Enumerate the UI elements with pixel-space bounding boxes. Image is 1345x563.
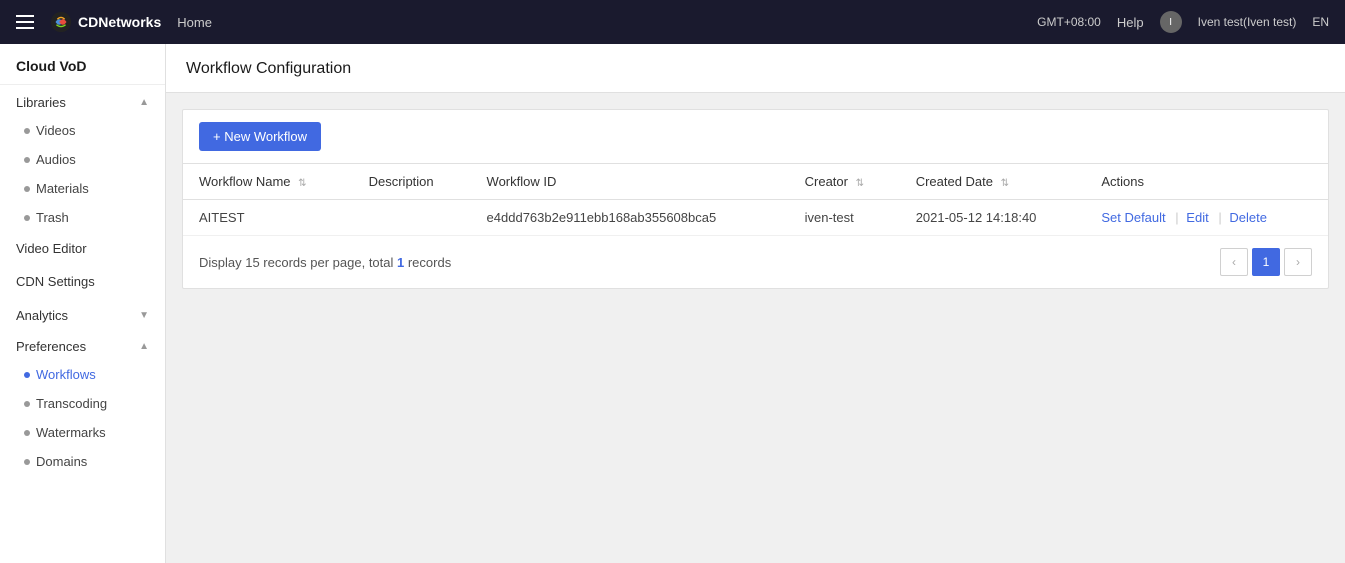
pagination-prev[interactable]: ‹ [1220, 248, 1248, 276]
logo: CDNetworks [50, 11, 161, 33]
col-created-date[interactable]: Created Date ⇅ [900, 164, 1086, 200]
cell-created-date: 2021-05-12 14:18:40 [900, 200, 1086, 236]
workflow-table-wrap: Workflow Name ⇅ Description Workflow ID … [183, 164, 1328, 236]
panel-toolbar: + New Workflow [183, 110, 1328, 164]
pagination-info: Display 15 records per page, total 1 rec… [199, 255, 451, 270]
table-row: AITEST e4ddd763b2e911ebb168ab355608bca5 … [183, 200, 1328, 236]
table-header-row: Workflow Name ⇅ Description Workflow ID … [183, 164, 1328, 200]
sidebar-item-trash[interactable]: Trash [0, 203, 165, 232]
action-separator-2: | [1218, 210, 1221, 225]
user-name: Iven test(Iven test) [1198, 15, 1297, 29]
cell-actions: Set Default | Edit | Delete [1085, 200, 1328, 236]
page-header: Workflow Configuration [166, 44, 1345, 93]
col-workflow-id: Workflow ID [471, 164, 789, 200]
libraries-section-header[interactable]: Libraries ▲ [0, 85, 165, 116]
sort-icon-workflow-name: ⇅ [298, 178, 306, 189]
chevron-down-icon: ▼ [139, 310, 149, 321]
pagination-controls: ‹ 1 › [1220, 248, 1312, 276]
sidebar-item-video-editor[interactable]: Video Editor [0, 232, 165, 265]
cell-workflow-id: e4ddd763b2e911ebb168ab355608bca5 [471, 200, 789, 236]
sidebar-item-videos[interactable]: Videos [0, 116, 165, 145]
bullet-icon [24, 157, 30, 163]
bullet-icon [24, 401, 30, 407]
top-navigation: CDNetworks Home GMT+08:00 Help I Iven te… [0, 0, 1345, 44]
new-workflow-button[interactable]: + New Workflow [199, 122, 321, 151]
sort-icon-created-date: ⇅ [1001, 178, 1009, 189]
avatar: I [1160, 11, 1182, 33]
pagination-next[interactable]: › [1284, 248, 1312, 276]
sidebar-item-materials[interactable]: Materials [0, 174, 165, 203]
analytics-section-header[interactable]: Analytics ▼ [0, 298, 165, 329]
chevron-up-icon: ▲ [139, 341, 149, 352]
page-title: Workflow Configuration [186, 60, 1325, 78]
sidebar-item-cdn-settings[interactable]: CDN Settings [0, 265, 165, 298]
main-content: Workflow Configuration + New Workflow Wo… [166, 44, 1345, 563]
app-title: Cloud VoD [0, 44, 165, 85]
hamburger-menu[interactable] [16, 15, 34, 29]
action-delete[interactable]: Delete [1229, 210, 1267, 225]
sidebar-item-watermarks[interactable]: Watermarks [0, 418, 165, 447]
action-set-default[interactable]: Set Default [1101, 210, 1165, 225]
col-workflow-name[interactable]: Workflow Name ⇅ [183, 164, 353, 200]
bullet-icon [24, 372, 30, 378]
help-link[interactable]: Help [1117, 15, 1144, 30]
bullet-icon [24, 430, 30, 436]
cell-creator: iven-test [789, 200, 900, 236]
timezone-display: GMT+08:00 [1037, 15, 1101, 29]
sidebar-item-workflows[interactable]: Workflows [0, 360, 165, 389]
chevron-up-icon: ▲ [139, 97, 149, 108]
home-link[interactable]: Home [177, 15, 212, 30]
logo-text: CDNetworks [78, 14, 161, 30]
cell-description [353, 200, 471, 236]
sort-icon-creator: ⇅ [856, 178, 864, 189]
pagination-page-1[interactable]: 1 [1252, 248, 1280, 276]
preferences-section-header[interactable]: Preferences ▲ [0, 329, 165, 360]
sidebar-item-domains[interactable]: Domains [0, 447, 165, 476]
action-edit[interactable]: Edit [1186, 210, 1208, 225]
action-separator-1: | [1175, 210, 1178, 225]
language-selector[interactable]: EN [1312, 15, 1329, 29]
sidebar-item-transcoding[interactable]: Transcoding [0, 389, 165, 418]
col-actions: Actions [1085, 164, 1328, 200]
sidebar-item-audios[interactable]: Audios [0, 145, 165, 174]
bullet-icon [24, 215, 30, 221]
bullet-icon [24, 186, 30, 192]
bullet-icon [24, 459, 30, 465]
bullet-icon [24, 128, 30, 134]
content-panel: + New Workflow Workflow Name ⇅ Descripti… [182, 109, 1329, 289]
cell-workflow-name: AITEST [183, 200, 353, 236]
workflow-table: Workflow Name ⇅ Description Workflow ID … [183, 164, 1328, 236]
pagination-row: Display 15 records per page, total 1 rec… [183, 236, 1328, 288]
col-creator[interactable]: Creator ⇅ [789, 164, 900, 200]
col-description: Description [353, 164, 471, 200]
sidebar: Cloud VoD Libraries ▲ Videos Audios Mate… [0, 44, 166, 563]
